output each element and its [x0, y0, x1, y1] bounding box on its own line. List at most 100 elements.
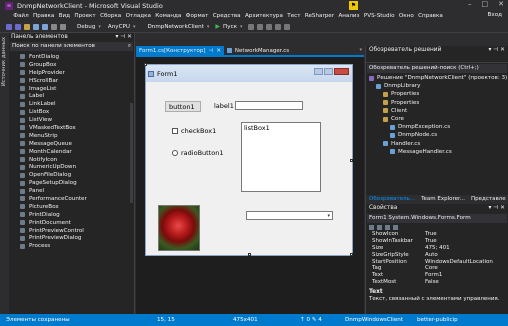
menu-item[interactable]: Вид	[57, 13, 73, 19]
property-row[interactable]: SizeGripStyle Auto	[366, 252, 508, 259]
status-project[interactable]: DnmpWindowsClient	[345, 317, 403, 323]
property-value[interactable]: Core	[423, 265, 508, 272]
property-row[interactable]: Text Form1	[366, 272, 508, 279]
tree-node[interactable]: Properties	[366, 99, 508, 107]
property-value[interactable]: Form1	[423, 272, 508, 279]
project-dropdown-icon[interactable]: ▾	[207, 24, 210, 30]
toolbox-search[interactable]: Поиск по панели элементов ⌕	[10, 42, 133, 51]
toolbox-item[interactable]: PrintPreviewDialog	[9, 234, 134, 242]
checkbox1-control[interactable]: checkBox1	[172, 127, 216, 135]
toolbox-item[interactable]: NumericUpDown	[9, 163, 134, 171]
properties-icon[interactable]	[385, 225, 390, 230]
resize-handle[interactable]	[350, 253, 353, 256]
menu-item[interactable]: Окно	[397, 13, 416, 19]
toolbox-item[interactable]: PrintDocument	[9, 219, 134, 227]
toolbox-item[interactable]: VMaskedTextBox	[9, 124, 134, 132]
start-dropdown-icon[interactable]: ▾	[240, 24, 243, 30]
forward-icon[interactable]	[14, 23, 21, 30]
toolbox-item[interactable]: Process	[9, 242, 134, 250]
menu-item[interactable]: Тест	[285, 13, 303, 19]
tree-node[interactable]: Core	[366, 115, 508, 123]
toolbox-item[interactable]: NotifyIcon	[9, 156, 134, 164]
toolbox-item[interactable]: MenuStrip	[9, 132, 134, 140]
toolbox-item[interactable]: Label	[9, 92, 134, 100]
property-value[interactable]: True	[423, 238, 508, 245]
platform-dropdown-icon[interactable]: ▾	[133, 24, 136, 30]
solution-search-input[interactable]: Обозреватель решений-поиск (Ctrl+;)	[367, 64, 507, 73]
config-select[interactable]: Debug	[77, 24, 95, 30]
menu-item[interactable]: Файл	[11, 13, 31, 19]
form-minimize-button[interactable]	[314, 68, 323, 75]
toolbox-item[interactable]: ImageList	[9, 85, 134, 93]
search-icon[interactable]: ⌕	[128, 43, 131, 50]
toolbox-item[interactable]: LinkLabel	[9, 100, 134, 108]
pin-icon[interactable]: ▾ ⊣ ✕	[488, 205, 505, 212]
tree-node[interactable]: DnmpLibrary	[366, 82, 508, 90]
property-row[interactable]: Size 475; 401	[366, 245, 508, 252]
property-row[interactable]: TextMost False	[366, 279, 508, 286]
toolbox-item[interactable]: ListBox	[9, 108, 134, 116]
sign-in-link[interactable]: Вход	[488, 12, 502, 18]
platform-select[interactable]: AnyCPU	[108, 24, 130, 30]
radiobutton1-control[interactable]: radioButton1	[172, 149, 223, 157]
property-value[interactable]: False	[423, 279, 508, 286]
toolbar-icon[interactable]	[284, 23, 291, 30]
toolbar-icon[interactable]	[266, 23, 273, 30]
toolbox-item[interactable]: PerformanceCounter	[9, 195, 134, 203]
menu-item[interactable]: Архитектура	[243, 13, 285, 19]
resize-handle[interactable]	[248, 253, 251, 256]
tab-form1-designer[interactable]: Form1.cs[Конструктор] ⊣ ✕	[136, 46, 224, 55]
toolbox-scrollbar[interactable]	[130, 103, 133, 203]
textbox1-control[interactable]	[235, 101, 303, 110]
pin-icon[interactable]: ⊣	[209, 48, 214, 54]
menu-item[interactable]: ReSharper	[303, 13, 337, 19]
toolbar-icon[interactable]	[248, 23, 255, 30]
toolbox-item[interactable]: PrintDialog	[9, 211, 134, 219]
categorized-icon[interactable]	[369, 225, 374, 230]
resize-handle[interactable]	[144, 63, 147, 66]
tree-node[interactable]: Client	[366, 107, 508, 115]
toolbox-item[interactable]: MonthCalendar	[9, 148, 134, 156]
status-branch[interactable]: better-publicip	[417, 317, 458, 323]
toolbar-icon[interactable]	[275, 23, 282, 30]
menu-item[interactable]: PVS-Studio	[362, 13, 397, 19]
toolbox-item[interactable]: ListView	[9, 116, 134, 124]
menu-item[interactable]: Отладка	[123, 13, 153, 19]
tree-node[interactable]: Решение "DnmpNetworkClient" (проектов: 3…	[366, 74, 508, 82]
combobox1-control[interactable]: ▾	[246, 211, 333, 220]
tab-class-view[interactable]: Представле	[468, 195, 508, 204]
tree-node[interactable]: DnmpException.cs	[366, 123, 508, 131]
save-icon[interactable]	[32, 23, 39, 30]
listbox1-control[interactable]: listBox1	[241, 122, 321, 192]
property-row[interactable]: ShowInTaskbar True	[366, 238, 508, 245]
open-icon[interactable]	[23, 23, 30, 30]
property-row[interactable]: ShowIcon True	[366, 231, 508, 238]
toolbox-item[interactable]: PrintPreviewControl	[9, 227, 134, 235]
menu-item[interactable]: Правка	[31, 13, 57, 19]
toolbox-item[interactable]: Panel	[9, 187, 134, 195]
events-icon[interactable]	[393, 225, 398, 230]
property-value[interactable]: True	[423, 231, 508, 238]
object-selector[interactable]: Form1 System.Windows.Forms.Form	[367, 214, 507, 223]
save-all-icon[interactable]	[41, 23, 48, 30]
toolbox-item[interactable]: PageSetupDialog	[9, 179, 134, 187]
menu-item[interactable]: Анализ	[336, 13, 361, 19]
menu-item[interactable]: Справка	[416, 13, 445, 19]
redo-icon[interactable]	[59, 23, 66, 30]
tree-node[interactable]: MessageHandler.cs	[366, 148, 508, 156]
rose-picturebox[interactable]	[158, 205, 200, 251]
property-value[interactable]: 475; 401	[423, 245, 508, 252]
tree-node[interactable]: Handler.cs	[366, 140, 508, 148]
toolbox-item[interactable]: FontDialog	[9, 53, 134, 61]
toolbox-item[interactable]: HScrollBar	[9, 77, 134, 85]
play-icon[interactable]: ▶	[215, 23, 220, 30]
checkbox-box[interactable]	[172, 128, 178, 134]
notification-flag-icon[interactable]: ⚑	[349, 1, 358, 10]
tab-overflow-icon[interactable]: ▾	[359, 47, 362, 53]
minimize-button[interactable]: –	[468, 0, 472, 8]
toolbox-item[interactable]: OpenFileDialog	[9, 171, 134, 179]
resize-handle[interactable]	[350, 159, 353, 162]
toolbox-item[interactable]: MessageQueue	[9, 140, 134, 148]
tree-node[interactable]: DnmpNode.cs	[366, 131, 508, 139]
tree-node[interactable]: Properties	[366, 90, 508, 98]
